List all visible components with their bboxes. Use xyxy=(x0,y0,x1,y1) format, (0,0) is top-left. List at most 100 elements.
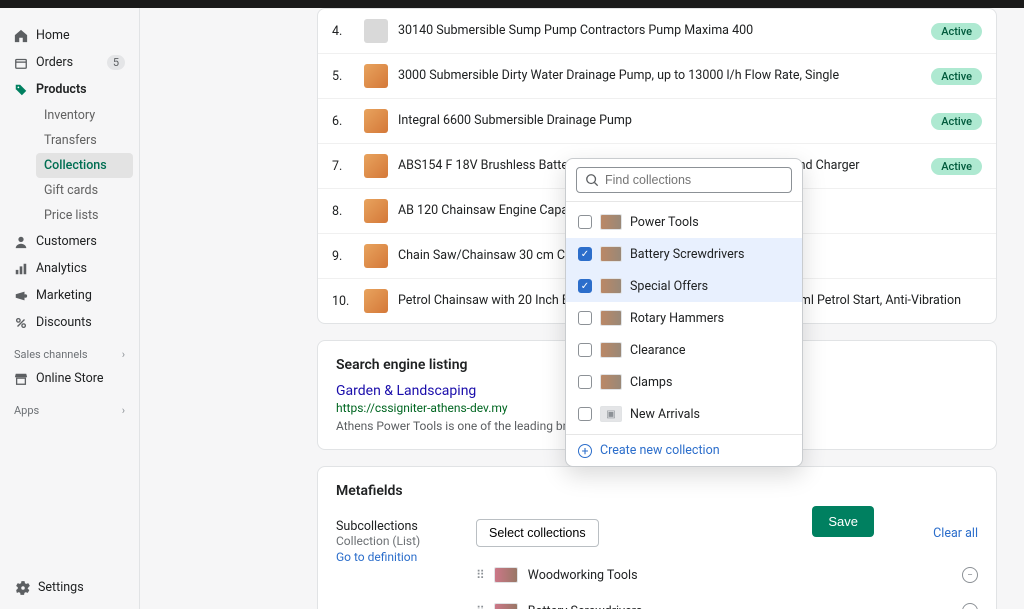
create-collection-link[interactable]: Create new collection xyxy=(600,443,720,458)
collection-option[interactable]: ▣ New Arrivals xyxy=(566,398,802,430)
sidebar: HomeOrders5ProductsInventoryTransfersCol… xyxy=(0,8,140,609)
discounts-icon xyxy=(14,316,28,330)
collection-label: Woodworking Tools xyxy=(528,568,952,583)
checkbox[interactable] xyxy=(578,343,592,357)
chevron-right-icon[interactable]: › xyxy=(122,348,125,361)
checkbox[interactable] xyxy=(578,215,592,229)
store-icon xyxy=(14,372,28,386)
collection-label: Clamps xyxy=(630,375,672,390)
sidebar-item-marketing[interactable]: Marketing xyxy=(6,282,133,309)
product-title: 30140 Submersible Sump Pump Contractors … xyxy=(398,22,921,40)
checkbox[interactable] xyxy=(578,311,592,325)
remove-icon[interactable]: − xyxy=(962,567,978,583)
product-row[interactable]: 6. Integral 6600 Submersible Drainage Pu… xyxy=(318,99,996,144)
sidebar-item-customers[interactable]: Customers xyxy=(6,228,133,255)
collection-thumbnail xyxy=(600,310,622,326)
collection-thumbnail xyxy=(600,278,622,294)
remove-icon[interactable]: − xyxy=(962,603,978,609)
collection-thumbnail xyxy=(600,246,622,262)
status-badge: Active xyxy=(931,68,982,85)
metafields-heading: Metafields xyxy=(336,483,978,499)
collection-label: Battery Screwdrivers xyxy=(630,247,744,262)
sidebar-item-products[interactable]: Products xyxy=(6,76,133,103)
home-icon xyxy=(14,29,28,43)
row-number: 4. xyxy=(332,24,354,39)
product-thumbnail xyxy=(364,19,388,43)
drag-handle-icon[interactable]: ⠿ xyxy=(476,574,484,577)
row-number: 9. xyxy=(332,249,354,264)
collection-label: Special Offers xyxy=(630,279,708,294)
products-icon xyxy=(14,83,28,97)
row-number: 10. xyxy=(332,294,354,309)
apps-label: Apps › xyxy=(0,392,139,421)
search-icon xyxy=(585,173,599,187)
gear-icon xyxy=(16,581,30,595)
collection-label: Rotary Hammers xyxy=(630,311,724,326)
checkbox[interactable]: ✓ xyxy=(578,279,592,293)
collection-search-field[interactable] xyxy=(576,167,792,193)
product-thumbnail xyxy=(364,289,388,313)
collection-option[interactable]: Clearance xyxy=(566,334,802,366)
product-row[interactable]: 5. 3000 Submersible Dirty Water Drainage… xyxy=(318,54,996,99)
product-thumbnail xyxy=(364,199,388,223)
status-badge: Active xyxy=(931,23,982,40)
row-number: 5. xyxy=(332,69,354,84)
marketing-icon xyxy=(14,289,28,303)
status-badge: Active xyxy=(931,158,982,175)
product-title: 3000 Submersible Dirty Water Drainage Pu… xyxy=(398,67,921,85)
collections-popover: Power Tools✓ Battery Screwdrivers✓ Speci… xyxy=(565,158,803,467)
sidebar-subitem-gift-cards[interactable]: Gift cards xyxy=(36,178,133,203)
collection-thumbnail xyxy=(494,567,518,583)
collection-option[interactable]: Rotary Hammers xyxy=(566,302,802,334)
selected-collection-row: ⠿ Woodworking Tools − xyxy=(476,561,978,597)
subcollections-type: Collection (List) xyxy=(336,534,436,548)
product-thumbnail xyxy=(364,109,388,133)
checkbox[interactable]: ✓ xyxy=(578,247,592,261)
row-number: 8. xyxy=(332,204,354,219)
sidebar-item-orders[interactable]: Orders5 xyxy=(6,49,133,76)
metafields-card: Metafields Subcollections Collection (Li… xyxy=(317,466,997,609)
chevron-right-icon[interactable]: › xyxy=(122,404,125,417)
collection-option[interactable]: Clamps xyxy=(566,366,802,398)
sidebar-subitem-transfers[interactable]: Transfers xyxy=(36,128,133,153)
subcollections-label: Subcollections xyxy=(336,519,436,534)
go-to-definition-link[interactable]: Go to definition xyxy=(336,550,417,564)
sales-channels-label: Sales channels › xyxy=(0,336,139,365)
product-thumbnail xyxy=(364,64,388,88)
checkbox[interactable] xyxy=(578,407,592,421)
clear-all-link[interactable]: Clear all xyxy=(933,526,978,541)
collection-thumbnail xyxy=(600,342,622,358)
sidebar-subitem-inventory[interactable]: Inventory xyxy=(36,103,133,128)
sidebar-item-home[interactable]: Home xyxy=(6,22,133,49)
sidebar-item-discounts[interactable]: Discounts xyxy=(6,309,133,336)
status-badge: Active xyxy=(931,113,982,130)
collection-thumbnail xyxy=(600,214,622,230)
product-row[interactable]: 4. 30140 Submersible Sump Pump Contracto… xyxy=(318,9,996,54)
sidebar-channel-online-store[interactable]: Online Store xyxy=(6,365,133,392)
sidebar-item-analytics[interactable]: Analytics xyxy=(6,255,133,282)
collection-search-input[interactable] xyxy=(605,173,783,187)
sidebar-subitem-price-lists[interactable]: Price lists xyxy=(36,203,133,228)
product-title: Integral 6600 Submersible Drainage Pump xyxy=(398,112,921,130)
collection-label: Power Tools xyxy=(630,215,699,230)
selected-collection-row: ⠿ Battery Screwdrivers − xyxy=(476,597,978,609)
main-content: 4. 30140 Submersible Sump Pump Contracto… xyxy=(140,8,1024,609)
collection-label: Clearance xyxy=(630,343,685,358)
sidebar-subitem-collections[interactable]: Collections xyxy=(36,153,133,178)
collection-option[interactable]: ✓ Battery Screwdrivers xyxy=(566,238,802,270)
collection-thumbnail xyxy=(600,374,622,390)
analytics-icon xyxy=(14,262,28,276)
collection-option[interactable]: ✓ Special Offers xyxy=(566,270,802,302)
checkbox[interactable] xyxy=(578,375,592,389)
product-thumbnail xyxy=(364,244,388,268)
row-number: 7. xyxy=(332,159,354,174)
save-button[interactable]: Save xyxy=(812,506,874,537)
settings-link[interactable]: Settings xyxy=(8,574,131,601)
collection-thumbnail: ▣ xyxy=(600,406,622,422)
customers-icon xyxy=(14,235,28,249)
collection-label: New Arrivals xyxy=(630,407,700,422)
badge: 5 xyxy=(107,55,125,70)
collection-option[interactable]: Power Tools xyxy=(566,206,802,238)
select-collections-button[interactable]: Select collections xyxy=(476,519,599,547)
collection-label: Battery Screwdrivers xyxy=(528,604,952,609)
